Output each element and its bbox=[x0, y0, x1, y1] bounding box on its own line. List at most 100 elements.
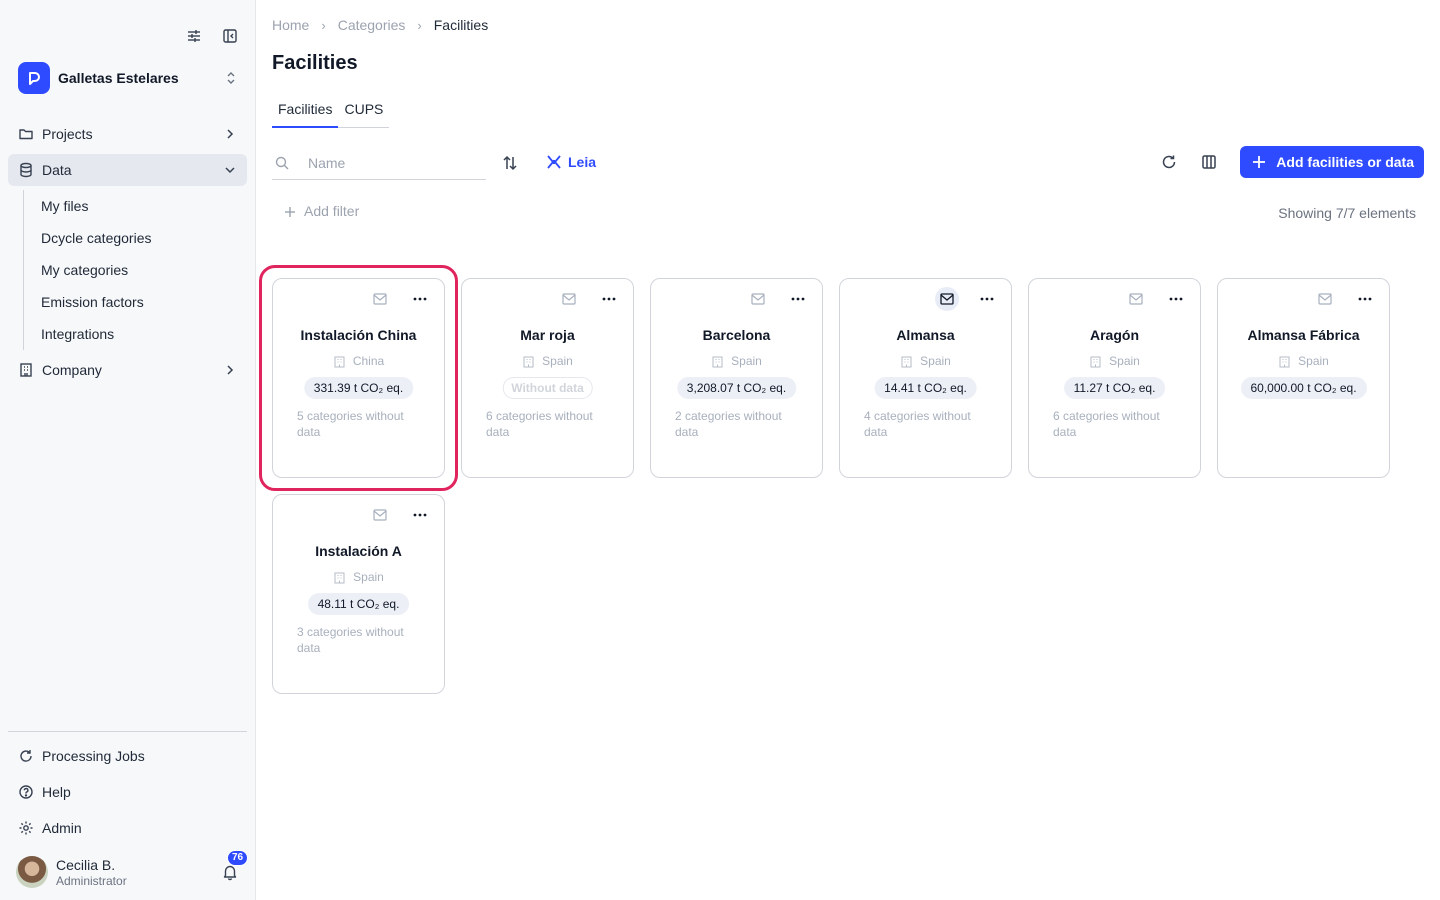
facility-country: Spain bbox=[1218, 354, 1389, 368]
columns-icon[interactable] bbox=[1200, 153, 1218, 171]
toolbar-right: Add facilities or data bbox=[1160, 146, 1424, 178]
bell-icon bbox=[221, 865, 239, 885]
more-options-icon[interactable] bbox=[412, 507, 428, 523]
more-options-icon[interactable] bbox=[1168, 291, 1184, 307]
mail-icon[interactable] bbox=[750, 291, 766, 307]
building-icon bbox=[711, 355, 724, 368]
sidebar-item-processing-jobs[interactable]: Processing Jobs bbox=[8, 740, 247, 772]
card-actions bbox=[372, 291, 428, 307]
organization-switcher[interactable]: Galletas Estelares bbox=[18, 62, 239, 94]
facility-card[interactable]: Mar roja Spain Without data 6 categories… bbox=[461, 278, 634, 478]
chevron-right-icon: › bbox=[417, 17, 422, 33]
mail-icon[interactable] bbox=[561, 291, 577, 307]
facility-name: Mar roja bbox=[520, 327, 575, 343]
user-name: Cecilia B. bbox=[56, 856, 116, 873]
country-label: Spain bbox=[920, 354, 951, 368]
data-subnav: My files Dcycle categories My categories… bbox=[23, 190, 247, 350]
org-logo bbox=[18, 62, 50, 94]
gear-icon bbox=[18, 820, 34, 836]
add-filter-button[interactable]: Add filter bbox=[284, 203, 359, 219]
sidebar-item-data[interactable]: Data bbox=[8, 154, 247, 186]
toolbar: Leia Add facilities or data bbox=[272, 146, 1424, 180]
more-options-icon[interactable] bbox=[1357, 291, 1373, 307]
card-actions bbox=[750, 291, 806, 307]
facility-country: Spain bbox=[273, 570, 444, 584]
breadcrumb-home[interactable]: Home bbox=[272, 17, 309, 33]
subnav-item-my-categories[interactable]: My categories bbox=[41, 254, 247, 286]
subnav-item-integrations[interactable]: Integrations bbox=[41, 318, 247, 350]
plus-icon bbox=[1252, 155, 1266, 169]
subnav-item-dcycle-categories[interactable]: Dcycle categories bbox=[41, 222, 247, 254]
facility-card[interactable]: Barcelona Spain 3,208.07 t CO₂ eq. 2 cat… bbox=[650, 278, 823, 478]
building-icon bbox=[333, 571, 346, 584]
facility-name: Almansa bbox=[896, 327, 955, 343]
country-label: Spain bbox=[731, 354, 762, 368]
leia-button[interactable]: Leia bbox=[545, 153, 596, 171]
leia-sparkle-icon bbox=[545, 153, 563, 171]
card-actions bbox=[935, 287, 995, 311]
facility-card[interactable]: Almansa Fábrica Spain 60,000.00 t CO₂ eq… bbox=[1217, 278, 1390, 478]
sort-icon[interactable] bbox=[501, 154, 519, 172]
mail-icon[interactable] bbox=[1128, 291, 1144, 307]
folder-icon bbox=[18, 126, 34, 142]
card-actions bbox=[1128, 291, 1184, 307]
country-label: China bbox=[352, 354, 385, 368]
mail-icon[interactable] bbox=[372, 507, 388, 523]
facility-name: Almansa Fábrica bbox=[1247, 327, 1360, 343]
more-options-icon[interactable] bbox=[979, 291, 995, 307]
more-options-icon[interactable] bbox=[790, 291, 806, 307]
subnav-item-my-files[interactable]: My files bbox=[41, 190, 247, 222]
collapse-sidebar-icon[interactable] bbox=[221, 27, 239, 45]
org-name: Galletas Estelares bbox=[58, 70, 179, 86]
sliders-icon[interactable] bbox=[185, 27, 203, 45]
chevron-right-icon bbox=[223, 363, 237, 377]
sidebar-item-label: Projects bbox=[42, 126, 93, 142]
facility-card[interactable]: Instalación A Spain 48.11 t CO₂ eq. 3 ca… bbox=[272, 494, 445, 694]
more-options-icon[interactable] bbox=[601, 291, 617, 307]
mail-icon[interactable] bbox=[372, 291, 388, 307]
notifications-button[interactable]: 76 bbox=[221, 850, 249, 881]
categories-note: 4 categories without data bbox=[864, 409, 971, 439]
chevron-right-icon: › bbox=[321, 17, 326, 33]
subnav-item-emission-factors[interactable]: Emission factors bbox=[41, 286, 247, 318]
mail-icon[interactable] bbox=[935, 287, 959, 311]
tab-facilities[interactable]: Facilities bbox=[272, 98, 339, 128]
facility-name: Barcelona bbox=[702, 327, 771, 343]
chevron-down-icon bbox=[223, 163, 237, 177]
facility-country: Spain bbox=[1029, 354, 1200, 368]
search-input[interactable] bbox=[308, 154, 468, 171]
facility-country: Spain bbox=[840, 354, 1011, 368]
breadcrumb-categories[interactable]: Categories bbox=[338, 17, 406, 33]
avatar bbox=[16, 856, 48, 888]
help-icon bbox=[18, 784, 34, 800]
breadcrumb: Home › Categories › Facilities bbox=[272, 17, 488, 33]
building-icon bbox=[333, 355, 346, 368]
facility-card[interactable]: Aragón Spain 11.27 t CO₂ eq. 6 categorie… bbox=[1028, 278, 1201, 478]
mail-icon[interactable] bbox=[1317, 291, 1333, 307]
emissions-badge: 14.41 t CO₂ eq. bbox=[874, 377, 977, 399]
sidebar-item-company[interactable]: Company bbox=[8, 354, 247, 386]
user-profile[interactable]: Cecilia B. Administrator 76 bbox=[16, 850, 249, 890]
add-facilities-button[interactable]: Add facilities or data bbox=[1240, 146, 1424, 178]
building-icon bbox=[522, 355, 535, 368]
sidebar-nav: Projects Data My files Dcycle categories… bbox=[8, 118, 247, 390]
sidebar-item-help[interactable]: Help bbox=[8, 776, 247, 808]
country-label: Spain bbox=[1109, 354, 1140, 368]
emissions-badge: 60,000.00 t CO₂ eq. bbox=[1240, 377, 1367, 399]
facility-country: China bbox=[273, 354, 444, 368]
notification-count-badge: 76 bbox=[227, 850, 249, 866]
country-label: Spain bbox=[353, 570, 384, 584]
sidebar-item-label: Company bbox=[42, 362, 102, 378]
more-options-icon[interactable] bbox=[412, 291, 428, 307]
facility-card[interactable]: Instalación China China 331.39 t CO₂ eq.… bbox=[259, 265, 458, 491]
building-icon bbox=[18, 362, 34, 378]
tab-cups[interactable]: CUPS bbox=[338, 98, 389, 127]
refresh-icon[interactable] bbox=[1160, 153, 1178, 171]
sidebar-item-projects[interactable]: Projects bbox=[8, 118, 247, 150]
facility-country: Spain bbox=[462, 354, 633, 368]
facility-grid: Instalación China China 331.39 t CO₂ eq.… bbox=[259, 265, 1412, 694]
sidebar-item-admin[interactable]: Admin bbox=[8, 812, 247, 844]
categories-note: 2 categories without data bbox=[675, 409, 782, 439]
facility-card[interactable]: Almansa Spain 14.41 t CO₂ eq. 4 categori… bbox=[839, 278, 1012, 478]
sidebar-top-tools bbox=[185, 27, 239, 45]
